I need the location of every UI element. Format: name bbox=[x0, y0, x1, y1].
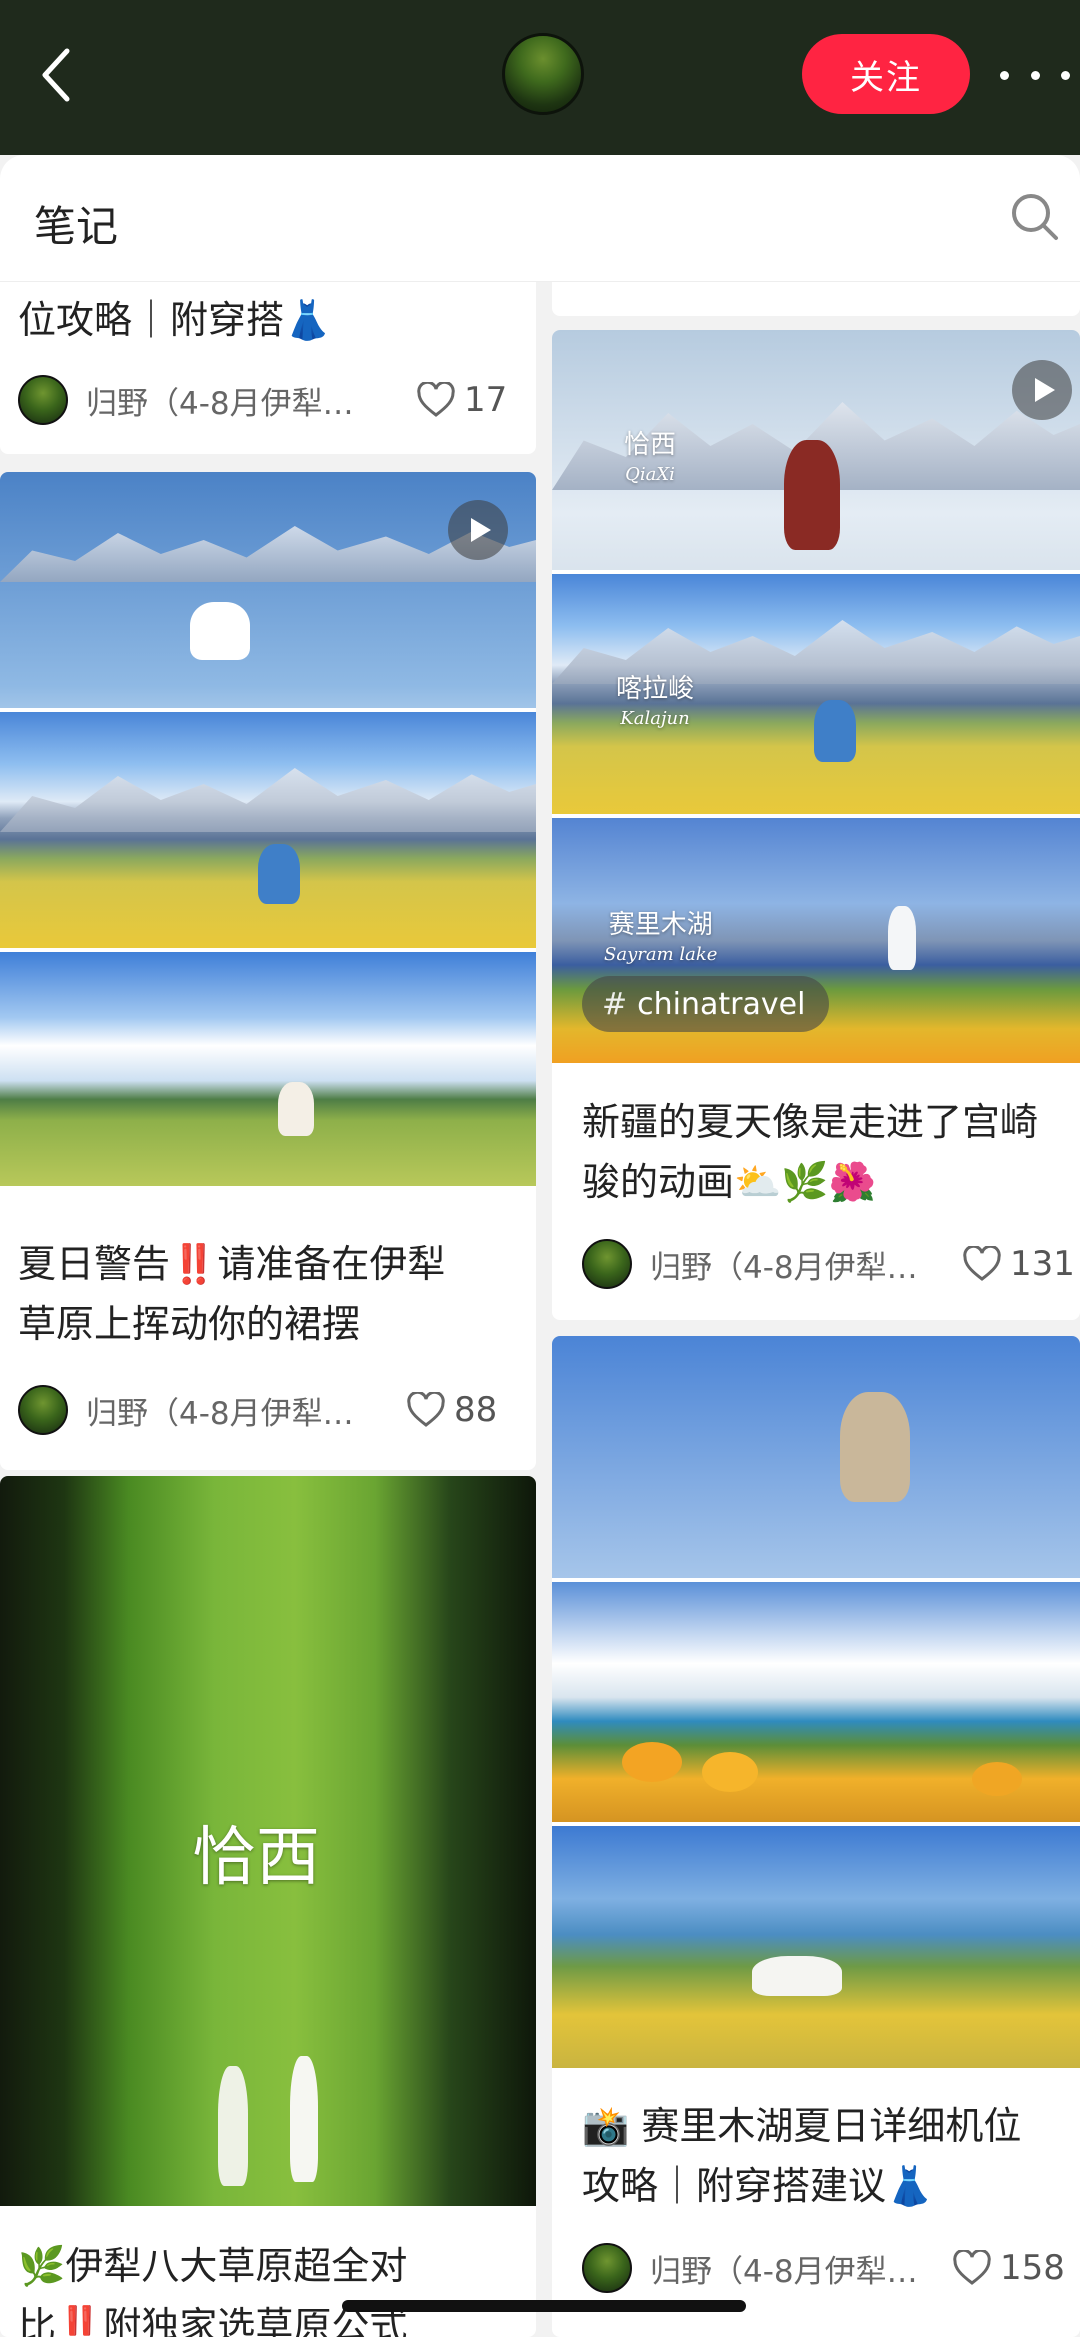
topic-tag-label: chinatravel bbox=[637, 986, 806, 1022]
video-play-icon bbox=[448, 500, 508, 560]
heart-icon bbox=[963, 1246, 1001, 1281]
author-name: 归野（4-8月伊犁… bbox=[86, 385, 354, 422]
note-cover-image bbox=[552, 1336, 1080, 2068]
note-title: 🌿伊犁八大草原超全对 bbox=[18, 2244, 408, 2288]
overlay-place-name: 恰西 bbox=[624, 430, 677, 460]
overlay-place-name-en: Sayram lake bbox=[604, 944, 718, 965]
more-options-button[interactable] bbox=[1000, 55, 1070, 95]
like-button[interactable]: 131 bbox=[962, 1244, 1075, 1284]
home-indicator[interactable] bbox=[342, 2300, 746, 2312]
note-cover-image bbox=[0, 472, 536, 1186]
note-card[interactable]: 位攻略｜附穿搭👗 归野（4-8月伊犁… 17 bbox=[0, 282, 536, 454]
top-header: 关注 bbox=[0, 0, 1080, 155]
couple-figure bbox=[218, 2066, 248, 2186]
note-title: 📸 赛里木湖夏日详细机位 bbox=[582, 2104, 1022, 2148]
back-button[interactable] bbox=[22, 40, 92, 110]
author-avatar bbox=[18, 375, 68, 425]
overlay-place-name-en: QiaXi bbox=[625, 464, 675, 485]
like-button[interactable]: 158 bbox=[952, 2248, 1065, 2288]
dancer-figure bbox=[784, 440, 840, 550]
notes-tab-bar: 笔记 bbox=[0, 155, 1080, 282]
note-card[interactable]: 夏日警告‼️请准备在伊犁 草原上挥动你的裙摆 归野（4-8月伊犁… 88 bbox=[0, 472, 536, 1470]
note-title: 夏日警告‼️请准备在伊犁 bbox=[18, 1242, 446, 1286]
note-title: 位攻略｜附穿搭👗 bbox=[18, 298, 332, 342]
note-card[interactable]: 恰西 🌿伊犁八大草原超全对 比‼️附独家选草原公式 bbox=[0, 1476, 536, 2337]
dot-icon bbox=[1000, 70, 1009, 80]
note-title: 新疆的夏天像是走进了宫崎 bbox=[582, 1100, 1039, 1144]
follow-button[interactable]: 关注 bbox=[802, 34, 970, 114]
like-count: 131 bbox=[1010, 1244, 1075, 1284]
overlay-place-name-en: Kalajun bbox=[620, 708, 690, 729]
dot-icon bbox=[1061, 70, 1070, 80]
like-button[interactable]: 88 bbox=[406, 1390, 497, 1430]
note-card[interactable]: 📸 赛里木湖夏日详细机位 攻略｜附穿搭建议👗 归野（4-8月伊犁… 158 bbox=[552, 1336, 1080, 2337]
note-author-row: 归野（4-8月伊犁… bbox=[582, 1236, 930, 1292]
note-cover-image: 恰西 bbox=[0, 1476, 536, 2206]
search-button[interactable] bbox=[1010, 192, 1060, 246]
note-card[interactable] bbox=[552, 282, 1080, 316]
cover-overlay-text: 恰西 bbox=[192, 1821, 320, 1895]
like-count: 17 bbox=[464, 380, 508, 420]
note-title-line2: 骏的动画⛅🌿🌺 bbox=[582, 1160, 876, 1204]
heart-icon bbox=[407, 1392, 445, 1427]
dancer-figure bbox=[190, 602, 250, 660]
topic-tag[interactable]: # chinatravel bbox=[582, 976, 830, 1032]
note-card[interactable]: 恰西 QiaXi 喀拉峻 Kalajun 赛里木湖 Sayram lake # … bbox=[552, 330, 1080, 1320]
author-name: 归野（4-8月伊犁… bbox=[650, 2253, 918, 2290]
cover-overlay-text: 恰西 QiaXi bbox=[624, 430, 676, 490]
dot-icon bbox=[1030, 70, 1040, 80]
like-count: 88 bbox=[454, 1390, 498, 1430]
search-icon bbox=[1012, 194, 1058, 240]
like-count: 158 bbox=[1000, 2248, 1065, 2288]
tab-notes[interactable]: 笔记 bbox=[34, 193, 118, 254]
chevron-left-icon bbox=[42, 48, 70, 102]
woman-figure bbox=[840, 1392, 910, 1502]
author-avatar bbox=[18, 1385, 68, 1435]
video-play-icon bbox=[1012, 360, 1072, 420]
profile-avatar[interactable] bbox=[502, 33, 584, 115]
note-author-row: 归野（4-8月伊犁… bbox=[18, 372, 366, 428]
note-title-line2: 草原上挥动你的裙摆 bbox=[18, 1302, 361, 1346]
note-author-row: 归野（4-8月伊犁… bbox=[582, 2240, 930, 2296]
cover-overlay-text: 赛里木湖 Sayram lake bbox=[604, 910, 717, 970]
couple-figure bbox=[290, 2056, 318, 2182]
author-avatar bbox=[582, 1239, 632, 1289]
hashtag-icon: # bbox=[602, 986, 628, 1022]
overlay-place-name: 赛里木湖 bbox=[608, 910, 713, 940]
author-name: 归野（4-8月伊犁… bbox=[86, 1395, 354, 1432]
overlay-place-name: 喀拉峻 bbox=[616, 674, 695, 704]
heart-icon bbox=[417, 382, 455, 417]
heart-icon bbox=[953, 2250, 991, 2285]
cover-overlay-text: 喀拉峻 Kalajun bbox=[616, 674, 694, 734]
author-avatar bbox=[582, 2243, 632, 2293]
note-title-line2: 攻略｜附穿搭建议👗 bbox=[582, 2164, 934, 2208]
author-name: 归野（4-8月伊犁… bbox=[650, 1249, 918, 1286]
like-button[interactable]: 17 bbox=[416, 380, 507, 420]
profile-notes-page: { "header": { "follow_label": "关注" }, "t… bbox=[0, 0, 1080, 2337]
note-cover-image: 恰西 QiaXi 喀拉峻 Kalajun 赛里木湖 Sayram lake # … bbox=[552, 330, 1080, 1063]
note-author-row: 归野（4-8月伊犁… bbox=[18, 1382, 366, 1438]
